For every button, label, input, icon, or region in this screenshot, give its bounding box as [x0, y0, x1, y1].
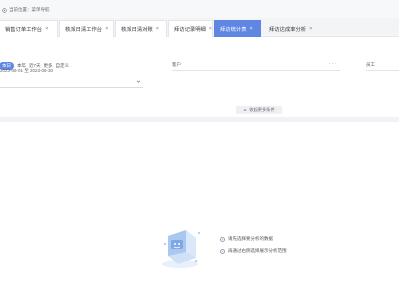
date-range-text: 2023-06-01 至 2023-06-30 [0, 68, 54, 73]
tab-close-icon[interactable]: × [45, 26, 48, 32]
tab-bar: 销售订单工作台 × 核派日清工作台 × 核派日清对账 × 拜访记录明细 × 拜访… [0, 18, 399, 37]
tab-daily-clearing-workbench[interactable]: 核派日清工作台 × [59, 20, 114, 37]
tab-label: 销售订单工作台 [5, 27, 43, 33]
tab-close-icon[interactable]: × [209, 26, 212, 32]
tab-visit-achievement-analysis[interactable]: 拜访达成率分析 × [264, 20, 324, 37]
tip-item: 再通过右侧选择展示分析范围 [220, 248, 287, 254]
tab-sales-order-workbench[interactable]: 销售订单工作台 × [0, 20, 58, 37]
location-text: 当前位置：菜单导航 [9, 7, 50, 12]
empty-state-tips: 请先选择要分析的数据 再通过右侧选择展示分析范围 [220, 236, 287, 260]
tab-close-icon[interactable]: × [250, 26, 253, 32]
customer-label: 客户 [172, 62, 181, 67]
tab-close-icon[interactable]: × [309, 26, 312, 32]
top-bar: 当前位置：菜单导航 [0, 0, 399, 18]
chevron-down-icon [136, 80, 141, 83]
collapse-more-conditions-button[interactable]: 收起更多条件 [236, 106, 282, 114]
customer-more-button[interactable]: ··· [329, 61, 337, 67]
tab-close-icon[interactable]: × [105, 26, 108, 32]
employee-label: 员工 [366, 62, 375, 67]
employee-input[interactable] [366, 70, 399, 71]
collapse-label: 收起更多条件 [249, 107, 275, 112]
customer-input[interactable] [172, 70, 340, 71]
tip-icon [220, 236, 225, 242]
chevron-up-icon [244, 108, 247, 111]
tip-text: 再通过右侧选择展示分析范围 [228, 248, 287, 253]
filter-dropdown[interactable] [0, 78, 143, 88]
tab-visit-statistics[interactable]: 拜访统计表 × [214, 20, 261, 37]
empty-state-illustration [162, 230, 200, 268]
location-icon [2, 7, 7, 13]
tip-item: 请先选择要分析的数据 [220, 236, 287, 242]
tab-daily-reconciliation[interactable]: 核派日清对账 × [115, 20, 167, 37]
section-divider [0, 117, 399, 122]
tab-visit-record-details[interactable]: 拜访记录明细 × [168, 20, 213, 37]
location-breadcrumb: 当前位置：菜单导航 [2, 7, 50, 13]
tab-label: 拜访记录明细 [174, 27, 206, 33]
date-option-custom[interactable]: 自定义 [56, 63, 70, 69]
tab-label: 核派日清工作台 [65, 27, 103, 33]
tip-text: 请先选择要分析的数据 [228, 236, 273, 241]
tab-label: 拜访达成率分析 [269, 26, 307, 33]
tab-label: 拜访统计表 [220, 27, 247, 33]
tab-close-icon[interactable]: × [156, 26, 159, 32]
tip-icon [220, 248, 225, 254]
tab-label: 核派日清对账 [121, 27, 153, 33]
